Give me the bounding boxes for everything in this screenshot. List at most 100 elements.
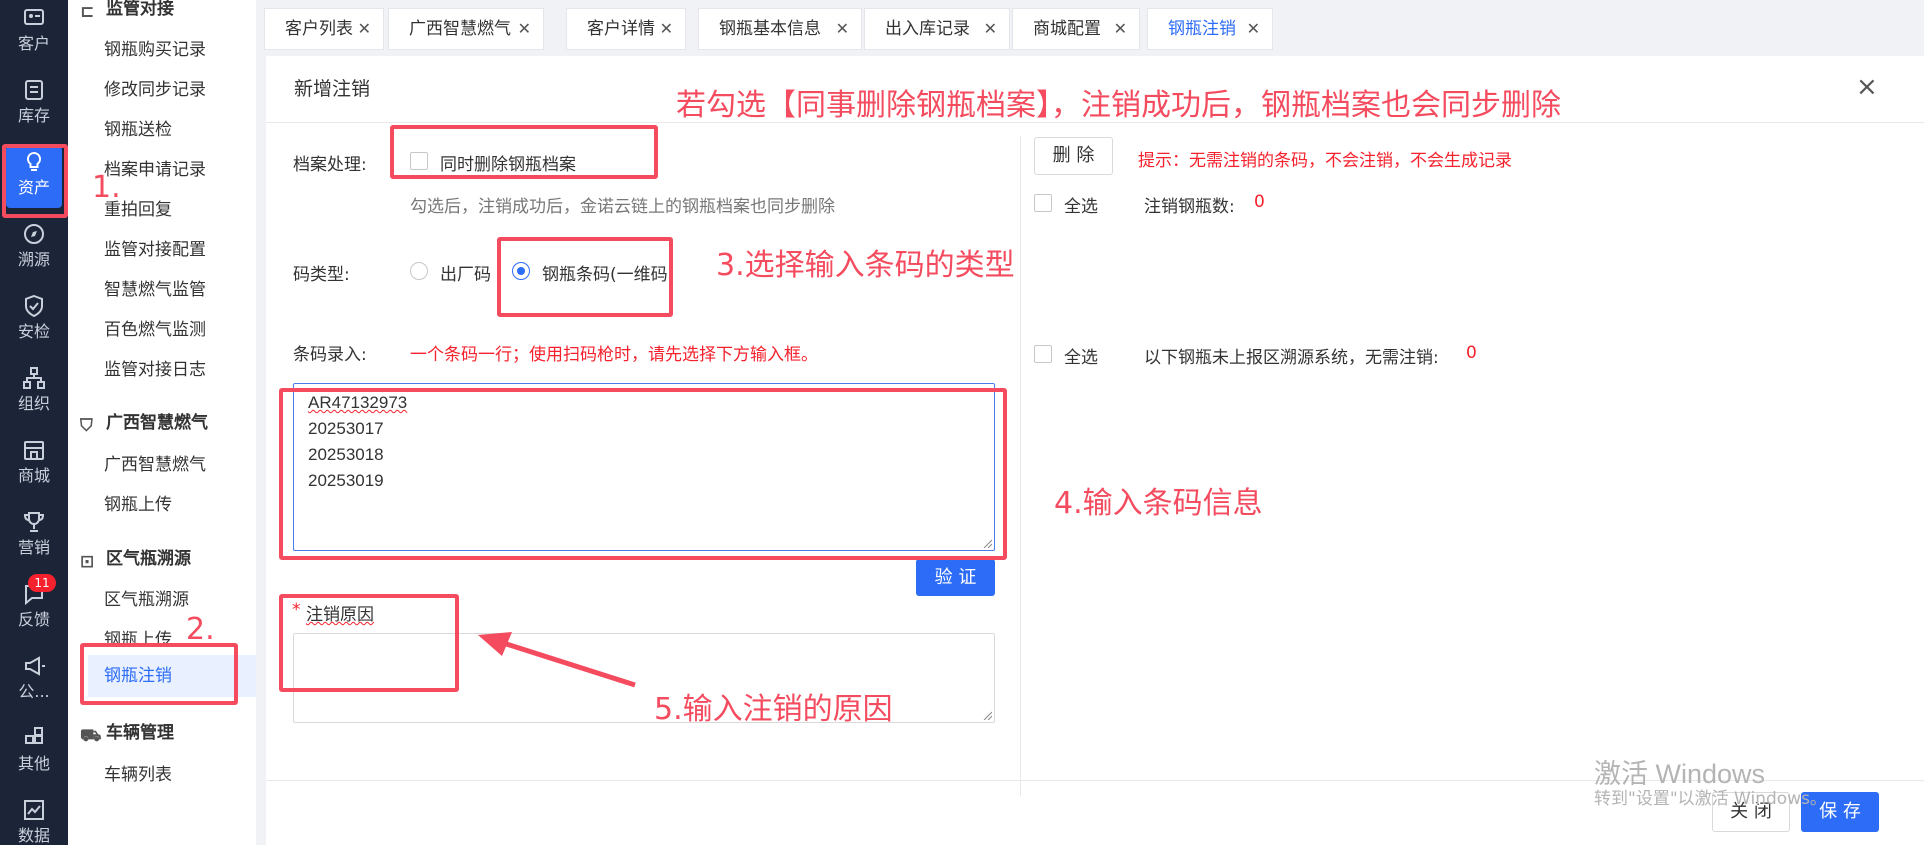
dialog-title: 新增注销 xyxy=(294,78,371,100)
menu-group-vehicles[interactable]: ⛟ 车辆管理 xyxy=(80,718,174,746)
tab-cylinder-info[interactable]: 钢瓶基本信息 ✕ xyxy=(698,8,862,50)
delete-button[interactable]: 删 除 xyxy=(1034,137,1113,175)
menu-item[interactable]: 修改同步记录 xyxy=(104,75,206,100)
annotation-box-archive xyxy=(390,125,658,179)
inventory-list-icon xyxy=(20,76,48,104)
annotation-box-reason xyxy=(279,594,459,692)
rail-item-data[interactable]: 数据 xyxy=(0,792,68,845)
rail-item-marketing[interactable]: 营销 xyxy=(0,504,68,570)
menu-item[interactable]: 区气瓶溯源 xyxy=(104,585,189,610)
rail-item-feedback[interactable]: 11 反馈 xyxy=(0,574,68,642)
menu-group-regulatory[interactable]: ⊏ 监管对接 xyxy=(80,0,174,22)
rail-label: 反馈 xyxy=(17,610,50,629)
menu-item[interactable]: 车辆列表 xyxy=(104,760,172,785)
select-all-checkbox-1[interactable] xyxy=(1034,194,1052,212)
verify-button[interactable]: 验 证 xyxy=(916,559,995,596)
tab-label: 客户列表 xyxy=(285,19,353,39)
select-all-label-1[interactable]: 全选 xyxy=(1064,192,1098,217)
menu-group-label: 车辆管理 xyxy=(106,723,174,743)
menu-item[interactable]: 监管对接配置 xyxy=(104,235,206,260)
menu-item[interactable]: 广西智慧燃气 xyxy=(104,450,206,475)
close-icon[interactable]: ✕ xyxy=(518,9,531,49)
tab-customer-detail[interactable]: 客户详情 ✕ xyxy=(566,8,686,50)
rail-label: 商城 xyxy=(17,466,50,485)
chart-icon xyxy=(20,796,48,824)
menu-item[interactable]: 智慧燃气监管 xyxy=(104,275,206,300)
menu-item[interactable]: 百色燃气监测 xyxy=(104,315,206,340)
shield-check-icon xyxy=(20,292,48,320)
menu-item[interactable]: 钢瓶上传 xyxy=(104,490,172,515)
menu-item[interactable]: 监管对接日志 xyxy=(104,355,206,380)
tab-label: 钢瓶基本信息 xyxy=(719,19,821,39)
annotation-step4: 4.输入条码信息 xyxy=(1054,486,1263,521)
rail-item-inventory[interactable]: 库存 xyxy=(0,72,68,138)
delete-tip: 提示：无需注销的条码，不会注销，不会生成记录 xyxy=(1138,151,1512,171)
rail-label: 公... xyxy=(18,682,50,701)
radio-factory-code[interactable] xyxy=(410,262,428,280)
shield-icon: ⛉ xyxy=(80,416,93,436)
annotation-box-assets xyxy=(2,144,68,218)
rail-label: 数据 xyxy=(17,826,50,845)
close-icon[interactable]: ✕ xyxy=(358,9,371,49)
code-type-label: 码类型: xyxy=(293,265,350,285)
annotation-box-code-type xyxy=(497,237,673,317)
menu-group-label: 区气瓶溯源 xyxy=(106,549,191,569)
annotation-top-note: 若勾选【同事删除钢瓶档案】，注销成功后，钢瓶档案也会同步删除 xyxy=(676,88,1561,123)
megaphone-icon xyxy=(20,652,48,680)
rail-label: 其他 xyxy=(17,754,50,773)
tab-cylinder-cancel[interactable]: 钢瓶注销 ✕ xyxy=(1147,8,1273,50)
tab-stock-records[interactable]: 出入库记录 ✕ xyxy=(864,8,1010,50)
menu-group-label: 监管对接 xyxy=(106,0,174,19)
select-all-label-2[interactable]: 全选 xyxy=(1064,343,1098,368)
close-icon[interactable]: × xyxy=(1856,72,1878,102)
tab-guangxi-gas[interactable]: 广西智慧燃气 ✕ xyxy=(388,8,544,50)
menu-group-label: 广西智慧燃气 xyxy=(106,413,208,433)
archive-hint: 勾选后，注销成功后，金诺云链上的钢瓶档案也同步删除 xyxy=(410,197,835,217)
rail-item-customer[interactable]: 客户 xyxy=(0,0,68,66)
annotation-step5: 5.输入注销的原因 xyxy=(654,692,893,727)
menu-item[interactable]: 钢瓶购买记录 xyxy=(104,35,206,60)
annotation-step3: 3.选择输入条码的类型 xyxy=(716,248,1015,283)
radio-factory-code-label[interactable]: 出厂码 xyxy=(440,260,491,285)
rail-item-organization[interactable]: 组织 xyxy=(0,360,68,426)
tab-label: 客户详情 xyxy=(587,19,655,39)
close-icon[interactable]: ✕ xyxy=(660,9,673,49)
rail-item-other[interactable]: 其他 xyxy=(0,720,68,786)
cancel-count-value: 0 xyxy=(1254,192,1265,212)
menu-item[interactable]: 钢瓶送检 xyxy=(104,115,172,140)
tab-store-config[interactable]: 商城配置 ✕ xyxy=(1012,8,1140,50)
rail-item-announcement[interactable]: 公... xyxy=(0,648,68,714)
tab-label: 商城配置 xyxy=(1033,19,1101,39)
rail-label: 安检 xyxy=(17,322,50,341)
close-icon[interactable]: ✕ xyxy=(1114,9,1127,49)
grid-icon xyxy=(20,724,48,752)
rail-item-inspection[interactable]: 安检 xyxy=(0,288,68,354)
org-chart-icon xyxy=(20,364,48,392)
close-icon[interactable]: ✕ xyxy=(984,9,997,49)
select-all-checkbox-2[interactable] xyxy=(1034,345,1052,363)
rail-item-store[interactable]: 商城 xyxy=(0,432,68,498)
annotation-step1: 1. xyxy=(92,170,121,205)
tab-label: 钢瓶注销 xyxy=(1168,19,1236,39)
annotation-step2: 2. xyxy=(186,612,215,647)
car-icon: ⛟ xyxy=(80,726,102,746)
resize-grip-icon[interactable] xyxy=(982,710,992,720)
menu-group-guangxi[interactable]: ⛉ 广西智慧燃气 xyxy=(80,408,208,436)
tab-label: 广西智慧燃气 xyxy=(409,19,511,39)
annotation-box-cancel-menu xyxy=(80,643,238,705)
unreported-count-value: 0 xyxy=(1466,343,1477,363)
search-doc-icon: ⊡ xyxy=(80,552,95,572)
close-icon[interactable]: ✕ xyxy=(836,9,849,49)
menu-group-district-trace[interactable]: ⊡ 区气瓶溯源 xyxy=(80,544,191,572)
tab-customer-list[interactable]: 客户列表 ✕ xyxy=(264,8,384,50)
rail-item-trace[interactable]: 溯源 xyxy=(0,216,68,282)
rail-label: 营销 xyxy=(17,538,50,557)
barcode-label: 条码录入: xyxy=(293,345,367,365)
unreported-label: 以下钢瓶未上报区溯源系统，无需注销: xyxy=(1144,348,1439,368)
close-icon[interactable]: ✕ xyxy=(1247,9,1260,49)
notification-badge: 11 xyxy=(28,574,56,592)
column-divider xyxy=(1020,136,1021,796)
cancel-count-label: 注销钢瓶数: xyxy=(1144,197,1235,217)
rail-label: 库存 xyxy=(17,106,50,125)
rail-label: 溯源 xyxy=(17,250,50,269)
